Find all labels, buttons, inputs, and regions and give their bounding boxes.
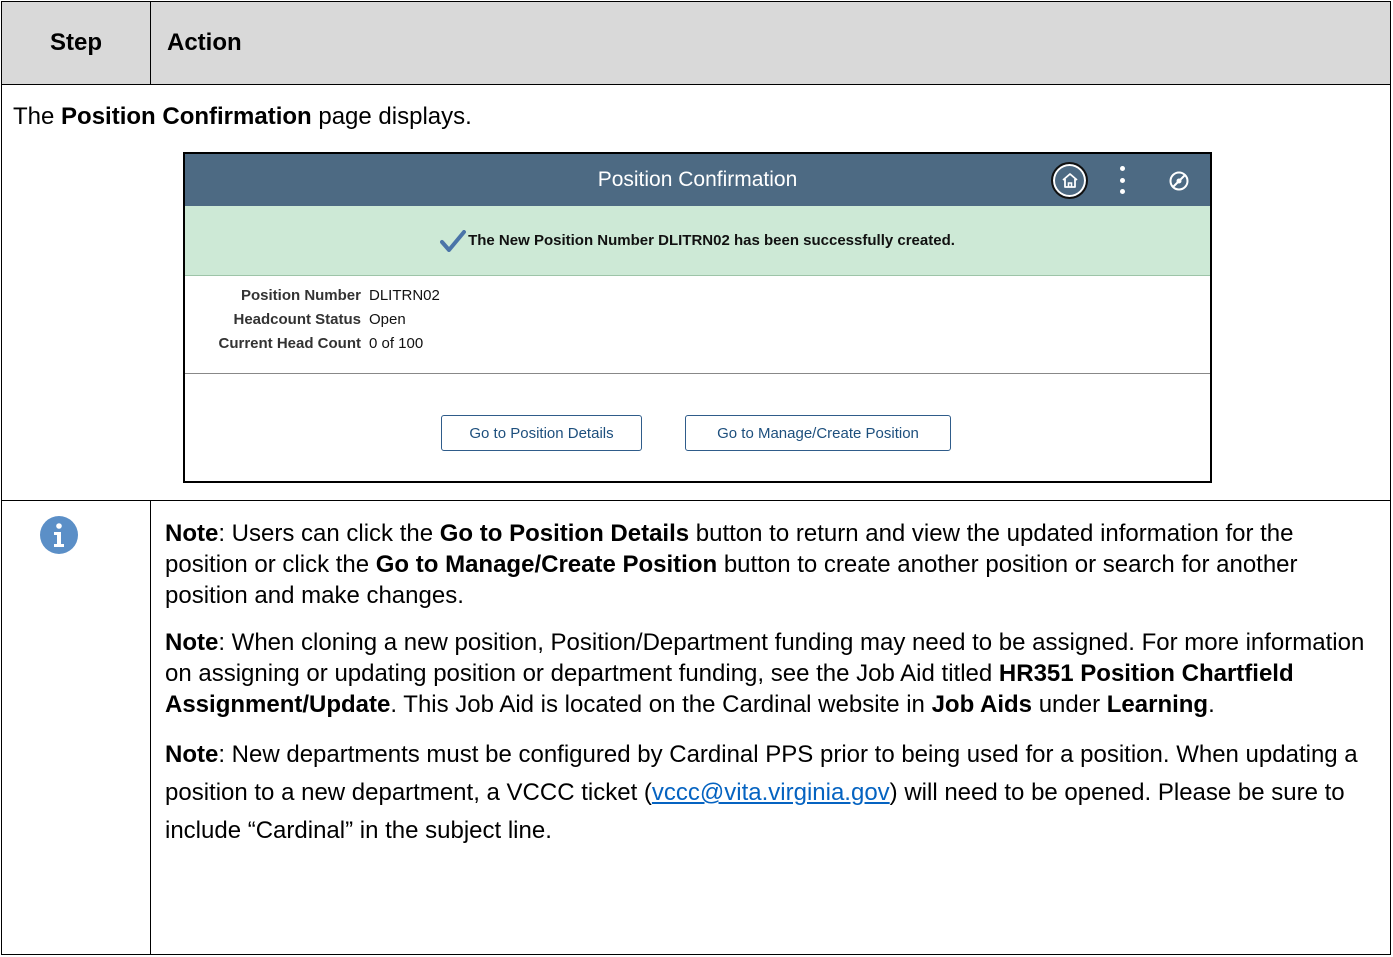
- note-departments: Note: New departments must be configured…: [165, 736, 1380, 850]
- note-bold: Learning: [1106, 691, 1209, 718]
- field-label: Headcount Status: [233, 311, 361, 328]
- note-text: under: [1032, 691, 1107, 718]
- procedure-table: Step Action The Position Confirmation pa…: [1, 1, 1391, 955]
- note-bold: Job Aids: [931, 691, 1033, 718]
- note-text: . This Job Aid is located on the Cardina…: [390, 691, 932, 718]
- notes-row: Note: Users can click the Go to Position…: [2, 501, 1390, 955]
- success-message: The New Position Number DLITRN02 has bee…: [468, 232, 955, 249]
- navbar-icon[interactable]: [1168, 170, 1190, 192]
- info-icon: [40, 516, 78, 554]
- checkmark-icon: [440, 229, 467, 252]
- note-funding: Note: When cloning a new position, Posit…: [165, 627, 1380, 720]
- success-banner: The New Position Number DLITRN02 has bee…: [185, 206, 1210, 276]
- field-value: 0 of 100: [369, 335, 424, 352]
- field-label: Current Head Count: [218, 335, 362, 352]
- notes: Note: Users can click the Go to Position…: [165, 518, 1380, 866]
- note-bold: Go to Manage/Create Position: [375, 551, 718, 578]
- field-value: Open: [369, 311, 406, 328]
- intro-text: The Position Confirmation page displays.: [13, 103, 472, 131]
- divider: [185, 373, 1210, 374]
- field-label: Position Number: [240, 287, 361, 304]
- more-vertical-icon[interactable]: [1117, 166, 1127, 194]
- icon-cell: [2, 501, 151, 955]
- home-icon[interactable]: [1051, 162, 1088, 199]
- note-label: Note: [165, 629, 219, 656]
- note-text: .: [1208, 691, 1215, 718]
- step-row: The Position Confirmation page displays.…: [2, 85, 1390, 501]
- header-step: Step: [2, 2, 151, 84]
- note-bold: Go to Position Details: [439, 520, 690, 547]
- note-text: : Users can click the: [218, 520, 440, 547]
- field-value: DLITRN02: [369, 287, 440, 304]
- header-action: Action: [167, 29, 242, 56]
- note-navigation: Note: Users can click the Go to Position…: [165, 518, 1380, 611]
- position-confirmation-screenshot: Position Confirmation The New Position N…: [183, 152, 1212, 483]
- email-link[interactable]: vccc@vita.virginia.gov: [652, 779, 890, 806]
- intro-page-name: Position Confirmation: [61, 103, 312, 130]
- go-to-position-details-button[interactable]: Go to Position Details: [441, 415, 642, 451]
- intro-suffix: page displays.: [311, 103, 472, 130]
- go-to-manage-create-position-button[interactable]: Go to Manage/Create Position: [685, 415, 951, 451]
- intro-prefix: The: [13, 103, 62, 130]
- table-header: Step Action: [2, 2, 1390, 85]
- note-label: Note: [165, 520, 219, 547]
- note-label: Note: [165, 741, 219, 768]
